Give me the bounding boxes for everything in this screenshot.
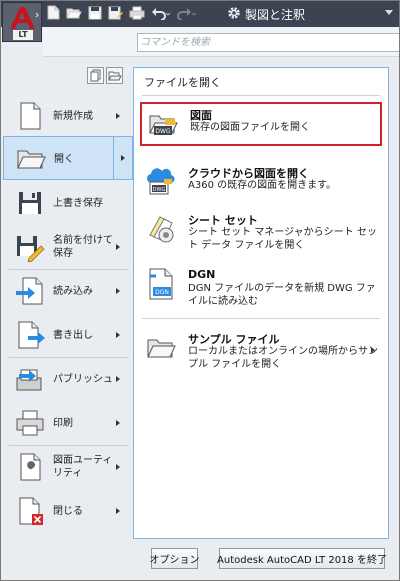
close-doc-icon (15, 496, 45, 526)
svg-text:DGN: DGN (155, 289, 169, 296)
menu-item-open[interactable]: 開く (3, 136, 133, 180)
recent-view-buttons (87, 67, 125, 84)
chevron-right-icon (116, 376, 120, 382)
menu-item-label: 新規作成 (53, 110, 93, 122)
menu-item-label: 読み込み (53, 285, 93, 297)
save-as-icon (15, 232, 45, 263)
entry-desc: A360 の既存の図面を開きます。 (188, 180, 337, 191)
chevron-right-icon (116, 420, 120, 426)
workspace-label: 製図と注釈 (245, 7, 306, 22)
autocad-logo-icon (10, 7, 39, 29)
lt-badge: LT (13, 30, 33, 40)
recent-documents-button[interactable] (87, 67, 104, 84)
chevron-right-icon (116, 244, 120, 250)
chevron-right-icon (121, 155, 125, 161)
search-box (137, 33, 399, 52)
menu-item-label: 図面ユーティリティ (53, 455, 113, 479)
menu-item-label: 印刷 (53, 417, 73, 429)
chevron-right-icon (116, 113, 120, 119)
menu-item-label: 閉じる (53, 505, 83, 517)
chevron-right-icon (116, 332, 120, 338)
options-button[interactable]: オプション (150, 548, 200, 569)
menu-item-print[interactable]: 印刷 (1, 401, 137, 445)
workspace-switcher[interactable]: 製図と注釈 (227, 5, 395, 23)
svg-text:DWG: DWG (153, 187, 166, 193)
entry-desc: シート セット マネージャからシート セット データ ファイルを開く (188, 227, 377, 251)
open-icon[interactable] (66, 6, 82, 23)
new-doc-icon (15, 101, 45, 131)
open-from-cloud-item[interactable]: DWG クラウドから図面を開く A360 の既存の図面を開きます。 (140, 160, 382, 204)
recent-documents-icon (90, 69, 101, 82)
menu-item-export[interactable]: 書き出し (1, 313, 137, 357)
application-menu-list: 新規作成 開く 上書き保存 名前を付けて保存 読み込み 書き出し パブリッシュ … (1, 57, 137, 539)
menu-item-label: 開く (54, 153, 74, 165)
chevron-right-icon (116, 288, 120, 294)
import-icon (15, 276, 45, 306)
open-drawing-item[interactable]: DWG 図面 既存の図面ファイルを開く (140, 102, 382, 146)
export-icon (15, 320, 45, 350)
save-icon (15, 188, 45, 218)
panel-title-divider (142, 95, 380, 96)
menu-item-import[interactable]: 読み込み (1, 269, 137, 313)
menu-item-save[interactable]: 上書き保存 (1, 181, 137, 225)
open-sample-files-item[interactable]: サンプル ファイル ローカルまたはオンラインの場所からサンプル ファイルを開く (140, 326, 382, 374)
undo-icon[interactable] (151, 6, 171, 23)
gear-icon (227, 6, 241, 23)
menu-item-publish[interactable]: パブリッシュ (1, 357, 137, 401)
application-button[interactable]: LT (2, 2, 42, 42)
open-submenu-panel: ファイルを開く DWG 図面 既存の図面ファイルを開く DWG クラウドから図面… (133, 67, 389, 539)
dgn-file-icon: DGN (146, 267, 176, 301)
menu-item-drawing-utilities[interactable]: 図面ユーティリティ (1, 445, 137, 489)
exit-button[interactable]: Autodesk AutoCAD LT 2018 を終了 (217, 548, 387, 569)
open-documents-icon (108, 71, 122, 81)
chevron-right-icon (116, 464, 120, 470)
print-icon (15, 408, 45, 438)
panel-title: ファイルを開く (144, 76, 221, 89)
application-menu: 製図と注釈 LT コマンドを検索 新規作成 開く 上書き保存 名前を付けて保存 … (0, 0, 400, 581)
entry-desc: 既存の図面ファイルを開く (190, 122, 310, 133)
open-sheet-set-item[interactable]: シート セット シート セット マネージャからシート セット データ ファイルを… (140, 207, 382, 261)
save-as-icon[interactable] (108, 6, 123, 23)
sample-folder-icon (146, 330, 176, 364)
open-documents-button[interactable] (106, 67, 123, 84)
print-icon[interactable] (129, 6, 145, 23)
entry-desc: DGN ファイルのデータを新規 DWG ファイルに読み込む (188, 283, 376, 307)
menu-item-new[interactable]: 新規作成 (1, 94, 137, 138)
cloud-dwg-icon: DWG (146, 164, 176, 198)
quick-access-toolbar: 製図と注釈 (1, 1, 399, 27)
entry-desc: ローカルまたはオンラインの場所からサンプル ファイルを開く (188, 346, 378, 370)
open-dgn-item[interactable]: DGN DGN DGN ファイルのデータを新規 DWG ファイルに読み込む (140, 263, 382, 317)
quick-access-icons (47, 5, 203, 23)
chevron-right-icon (371, 347, 375, 353)
new-icon[interactable] (47, 5, 60, 23)
chevron-down-icon (385, 10, 393, 15)
publish-icon (15, 364, 45, 394)
save-icon[interactable] (88, 6, 102, 23)
dwg-file-icon: DWG (148, 108, 178, 142)
menu-item-label: 名前を付けて保存 (53, 235, 113, 259)
search-input[interactable] (140, 35, 399, 50)
chevron-right-icon (116, 508, 120, 514)
menu-item-save-as[interactable]: 名前を付けて保存 (1, 225, 137, 269)
bottom-bar: オプション Autodesk AutoCAD LT 2018 を終了 (1, 539, 399, 580)
menu-item-label: パブリッシュ (53, 373, 113, 385)
menu-item-label: 上書き保存 (53, 197, 103, 209)
svg-text:DWG: DWG (155, 128, 171, 135)
open-folder-icon (16, 143, 46, 173)
menu-item-close[interactable]: 閉じる (1, 489, 137, 533)
sheet-set-icon (146, 211, 176, 245)
panel-divider (142, 318, 380, 319)
search-strip (43, 27, 399, 57)
redo-icon[interactable] (177, 6, 197, 23)
wrench-icon (15, 452, 45, 482)
entry-title: DGN (188, 268, 216, 281)
menu-item-label: 書き出し (53, 329, 93, 341)
